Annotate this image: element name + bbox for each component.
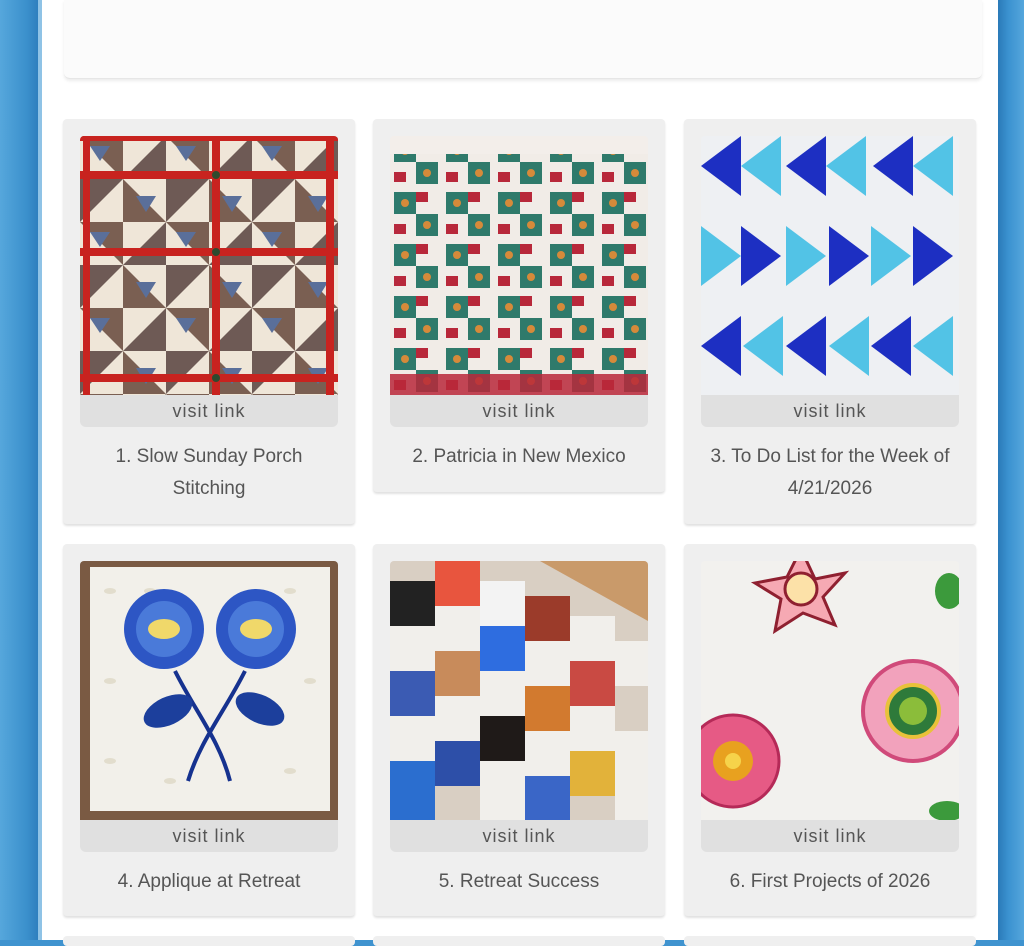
quilt-photo-3 <box>701 136 959 395</box>
gallery-thumbnail-4[interactable] <box>80 561 338 820</box>
gallery-card-4: visit link 4. Applique at Retreat <box>63 544 355 916</box>
gallery-card-1: visit link 1. Slow Sunday Porch Stitchin… <box>63 119 355 524</box>
gallery-caption-6[interactable]: 6. First Projects of 2026 <box>704 866 956 898</box>
gallery-thumbnail-2[interactable] <box>390 136 648 395</box>
gallery-card-2: visit link 2. Patricia in New Mexico <box>373 119 665 492</box>
gallery-thumbnail-3[interactable] <box>701 136 959 395</box>
gallery-card-5: visit link 5. Retreat Success <box>373 544 665 916</box>
visit-link-6[interactable]: visit link <box>701 820 959 852</box>
quilt-photo-2 <box>390 136 648 395</box>
link-gallery: visit link 1. Slow Sunday Porch Stitchin… <box>42 0 998 946</box>
gallery-caption-1[interactable]: 1. Slow Sunday Porch Stitching <box>83 441 335 505</box>
gallery-caption-4[interactable]: 4. Applique at Retreat <box>83 866 335 898</box>
quilt-photo-6 <box>701 561 959 820</box>
right-frame <box>998 0 1024 940</box>
left-frame <box>0 0 38 940</box>
gallery-card-peek-8 <box>373 936 665 946</box>
quilt-photo-5 <box>390 561 648 820</box>
visit-link-4[interactable]: visit link <box>80 820 338 852</box>
visit-link-5[interactable]: visit link <box>390 820 648 852</box>
content-area: visit link 1. Slow Sunday Porch Stitchin… <box>38 0 998 946</box>
gallery-caption-3[interactable]: 3. To Do List for the Week of 4/21/2026 <box>704 441 956 505</box>
gallery-card-peek-9 <box>684 936 976 946</box>
gallery-thumbnail-6[interactable] <box>701 561 959 820</box>
gallery-thumbnail-1[interactable] <box>80 136 338 395</box>
gallery-card-6: visit link 6. First Projects of 2026 <box>684 544 976 916</box>
gallery-caption-5[interactable]: 5. Retreat Success <box>393 866 645 898</box>
visit-link-3[interactable]: visit link <box>701 395 959 427</box>
gallery-caption-2[interactable]: 2. Patricia in New Mexico <box>393 441 645 473</box>
visit-link-2[interactable]: visit link <box>390 395 648 427</box>
gallery-card-3: visit link 3. To Do List for the Week of… <box>684 119 976 524</box>
quilt-photo-1 <box>80 136 338 395</box>
quilt-photo-4 <box>80 561 338 820</box>
gallery-thumbnail-5[interactable] <box>390 561 648 820</box>
gallery-card-peek-7 <box>63 936 355 946</box>
visit-link-1[interactable]: visit link <box>80 395 338 427</box>
